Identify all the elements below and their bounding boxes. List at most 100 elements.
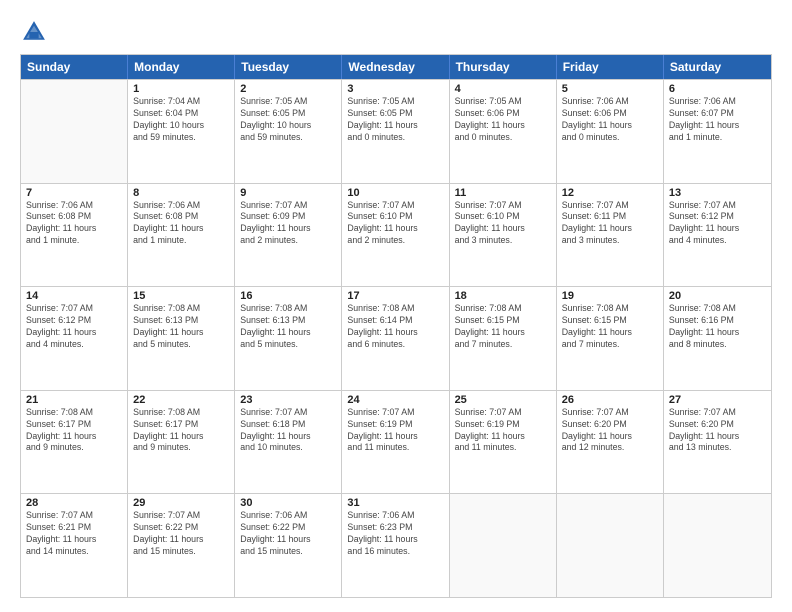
calendar-cell: 29Sunrise: 7:07 AM Sunset: 6:22 PM Dayli… bbox=[128, 494, 235, 597]
day-info: Sunrise: 7:08 AM Sunset: 6:13 PM Dayligh… bbox=[240, 303, 336, 351]
day-number: 20 bbox=[669, 290, 766, 302]
calendar-header-day: Saturday bbox=[664, 55, 771, 79]
calendar-header-day: Wednesday bbox=[342, 55, 449, 79]
day-number: 3 bbox=[347, 83, 443, 95]
day-number: 7 bbox=[26, 187, 122, 199]
day-info: Sunrise: 7:07 AM Sunset: 6:10 PM Dayligh… bbox=[455, 200, 551, 248]
calendar-cell: 24Sunrise: 7:07 AM Sunset: 6:19 PM Dayli… bbox=[342, 391, 449, 494]
day-number: 6 bbox=[669, 83, 766, 95]
day-info: Sunrise: 7:08 AM Sunset: 6:17 PM Dayligh… bbox=[133, 407, 229, 455]
day-number: 12 bbox=[562, 187, 658, 199]
day-number: 18 bbox=[455, 290, 551, 302]
day-info: Sunrise: 7:07 AM Sunset: 6:19 PM Dayligh… bbox=[347, 407, 443, 455]
calendar-header-day: Friday bbox=[557, 55, 664, 79]
day-number: 16 bbox=[240, 290, 336, 302]
day-number: 23 bbox=[240, 394, 336, 406]
calendar-cell: 21Sunrise: 7:08 AM Sunset: 6:17 PM Dayli… bbox=[21, 391, 128, 494]
calendar-cell: 1Sunrise: 7:04 AM Sunset: 6:04 PM Daylig… bbox=[128, 80, 235, 183]
day-number: 27 bbox=[669, 394, 766, 406]
calendar-cell: 26Sunrise: 7:07 AM Sunset: 6:20 PM Dayli… bbox=[557, 391, 664, 494]
calendar-cell: 4Sunrise: 7:05 AM Sunset: 6:06 PM Daylig… bbox=[450, 80, 557, 183]
day-number: 24 bbox=[347, 394, 443, 406]
day-info: Sunrise: 7:08 AM Sunset: 6:16 PM Dayligh… bbox=[669, 303, 766, 351]
day-number: 15 bbox=[133, 290, 229, 302]
day-info: Sunrise: 7:05 AM Sunset: 6:05 PM Dayligh… bbox=[347, 96, 443, 144]
day-info: Sunrise: 7:05 AM Sunset: 6:05 PM Dayligh… bbox=[240, 96, 336, 144]
day-number: 11 bbox=[455, 187, 551, 199]
calendar-cell: 27Sunrise: 7:07 AM Sunset: 6:20 PM Dayli… bbox=[664, 391, 771, 494]
calendar-cell: 14Sunrise: 7:07 AM Sunset: 6:12 PM Dayli… bbox=[21, 287, 128, 390]
calendar-cell: 17Sunrise: 7:08 AM Sunset: 6:14 PM Dayli… bbox=[342, 287, 449, 390]
day-number: 13 bbox=[669, 187, 766, 199]
day-number: 4 bbox=[455, 83, 551, 95]
day-info: Sunrise: 7:06 AM Sunset: 6:22 PM Dayligh… bbox=[240, 510, 336, 558]
calendar-cell: 8Sunrise: 7:06 AM Sunset: 6:08 PM Daylig… bbox=[128, 184, 235, 287]
day-number: 29 bbox=[133, 497, 229, 509]
day-info: Sunrise: 7:06 AM Sunset: 6:07 PM Dayligh… bbox=[669, 96, 766, 144]
calendar-cell: 12Sunrise: 7:07 AM Sunset: 6:11 PM Dayli… bbox=[557, 184, 664, 287]
calendar-cell: 18Sunrise: 7:08 AM Sunset: 6:15 PM Dayli… bbox=[450, 287, 557, 390]
day-number: 28 bbox=[26, 497, 122, 509]
day-info: Sunrise: 7:07 AM Sunset: 6:10 PM Dayligh… bbox=[347, 200, 443, 248]
day-number: 25 bbox=[455, 394, 551, 406]
day-info: Sunrise: 7:06 AM Sunset: 6:08 PM Dayligh… bbox=[133, 200, 229, 248]
day-number: 1 bbox=[133, 83, 229, 95]
header bbox=[20, 18, 772, 46]
day-number: 17 bbox=[347, 290, 443, 302]
calendar-body: 1Sunrise: 7:04 AM Sunset: 6:04 PM Daylig… bbox=[21, 79, 771, 597]
day-info: Sunrise: 7:07 AM Sunset: 6:20 PM Dayligh… bbox=[562, 407, 658, 455]
calendar-header: SundayMondayTuesdayWednesdayThursdayFrid… bbox=[21, 55, 771, 79]
calendar-cell: 7Sunrise: 7:06 AM Sunset: 6:08 PM Daylig… bbox=[21, 184, 128, 287]
calendar-week-row: 7 Sunrise: 7:06 AM Sunset: 6:08 PM Daylig… bbox=[21, 183, 771, 287]
day-info: Sunrise: 7:07 AM Sunset: 6:11 PM Dayligh… bbox=[562, 200, 658, 248]
day-info: Sunrise: 7:07 AM Sunset: 6:18 PM Dayligh… bbox=[240, 407, 336, 455]
calendar-cell: 25Sunrise: 7:07 AM Sunset: 6:19 PM Dayli… bbox=[450, 391, 557, 494]
calendar-cell: 15Sunrise: 7:08 AM Sunset: 6:13 PM Dayli… bbox=[128, 287, 235, 390]
day-number: 10 bbox=[347, 187, 443, 199]
page: SundayMondayTuesdayWednesdayThursdayFrid… bbox=[0, 0, 792, 612]
day-info: Sunrise: 7:08 AM Sunset: 6:14 PM Dayligh… bbox=[347, 303, 443, 351]
calendar-cell: 20Sunrise: 7:08 AM Sunset: 6:16 PM Dayli… bbox=[664, 287, 771, 390]
calendar-cell: 6Sunrise: 7:06 AM Sunset: 6:07 PM Daylig… bbox=[664, 80, 771, 183]
calendar-week-row: 21Sunrise: 7:08 AM Sunset: 6:17 PM Dayli… bbox=[21, 390, 771, 494]
day-number: 19 bbox=[562, 290, 658, 302]
day-info: Sunrise: 7:08 AM Sunset: 6:15 PM Dayligh… bbox=[455, 303, 551, 351]
day-number: 30 bbox=[240, 497, 336, 509]
day-info: Sunrise: 7:07 AM Sunset: 6:09 PM Dayligh… bbox=[240, 200, 336, 248]
calendar-week-row: 1Sunrise: 7:04 AM Sunset: 6:04 PM Daylig… bbox=[21, 79, 771, 183]
day-number: 21 bbox=[26, 394, 122, 406]
day-info: Sunrise: 7:08 AM Sunset: 6:15 PM Dayligh… bbox=[562, 303, 658, 351]
calendar-cell: 30Sunrise: 7:06 AM Sunset: 6:22 PM Dayli… bbox=[235, 494, 342, 597]
day-info: Sunrise: 7:04 AM Sunset: 6:04 PM Dayligh… bbox=[133, 96, 229, 144]
calendar-cell: 3Sunrise: 7:05 AM Sunset: 6:05 PM Daylig… bbox=[342, 80, 449, 183]
calendar-cell: 22Sunrise: 7:08 AM Sunset: 6:17 PM Dayli… bbox=[128, 391, 235, 494]
calendar-header-day: Tuesday bbox=[235, 55, 342, 79]
calendar-cell: 16Sunrise: 7:08 AM Sunset: 6:13 PM Dayli… bbox=[235, 287, 342, 390]
day-number: 22 bbox=[133, 394, 229, 406]
day-number: 2 bbox=[240, 83, 336, 95]
day-info: Sunrise: 7:07 AM Sunset: 6:12 PM Dayligh… bbox=[669, 200, 766, 248]
day-number: 9 bbox=[240, 187, 336, 199]
calendar-cell bbox=[450, 494, 557, 597]
calendar-cell: 19Sunrise: 7:08 AM Sunset: 6:15 PM Dayli… bbox=[557, 287, 664, 390]
day-info: Sunrise: 7:06 AM Sunset: 6:23 PM Dayligh… bbox=[347, 510, 443, 558]
day-number: 14 bbox=[26, 290, 122, 302]
calendar-week-row: 28Sunrise: 7:07 AM Sunset: 6:21 PM Dayli… bbox=[21, 493, 771, 597]
calendar-cell: 13Sunrise: 7:07 AM Sunset: 6:12 PM Dayli… bbox=[664, 184, 771, 287]
calendar-header-day: Sunday bbox=[21, 55, 128, 79]
day-info: Sunrise: 7:07 AM Sunset: 6:19 PM Dayligh… bbox=[455, 407, 551, 455]
calendar-cell: 9Sunrise: 7:07 AM Sunset: 6:09 PM Daylig… bbox=[235, 184, 342, 287]
day-number: 26 bbox=[562, 394, 658, 406]
logo bbox=[20, 18, 52, 46]
calendar-cell bbox=[21, 80, 128, 183]
calendar-cell: 31Sunrise: 7:06 AM Sunset: 6:23 PM Dayli… bbox=[342, 494, 449, 597]
calendar-cell bbox=[557, 494, 664, 597]
logo-icon bbox=[20, 18, 48, 46]
calendar-cell bbox=[664, 494, 771, 597]
day-info: Sunrise: 7:07 AM Sunset: 6:12 PM Dayligh… bbox=[26, 303, 122, 351]
calendar-cell: 11Sunrise: 7:07 AM Sunset: 6:10 PM Dayli… bbox=[450, 184, 557, 287]
day-info: Sunrise: 7:08 AM Sunset: 6:17 PM Dayligh… bbox=[26, 407, 122, 455]
calendar-header-day: Thursday bbox=[450, 55, 557, 79]
day-info: Sunrise: 7:06 AM Sunset: 6:06 PM Dayligh… bbox=[562, 96, 658, 144]
calendar-cell: 10Sunrise: 7:07 AM Sunset: 6:10 PM Dayli… bbox=[342, 184, 449, 287]
